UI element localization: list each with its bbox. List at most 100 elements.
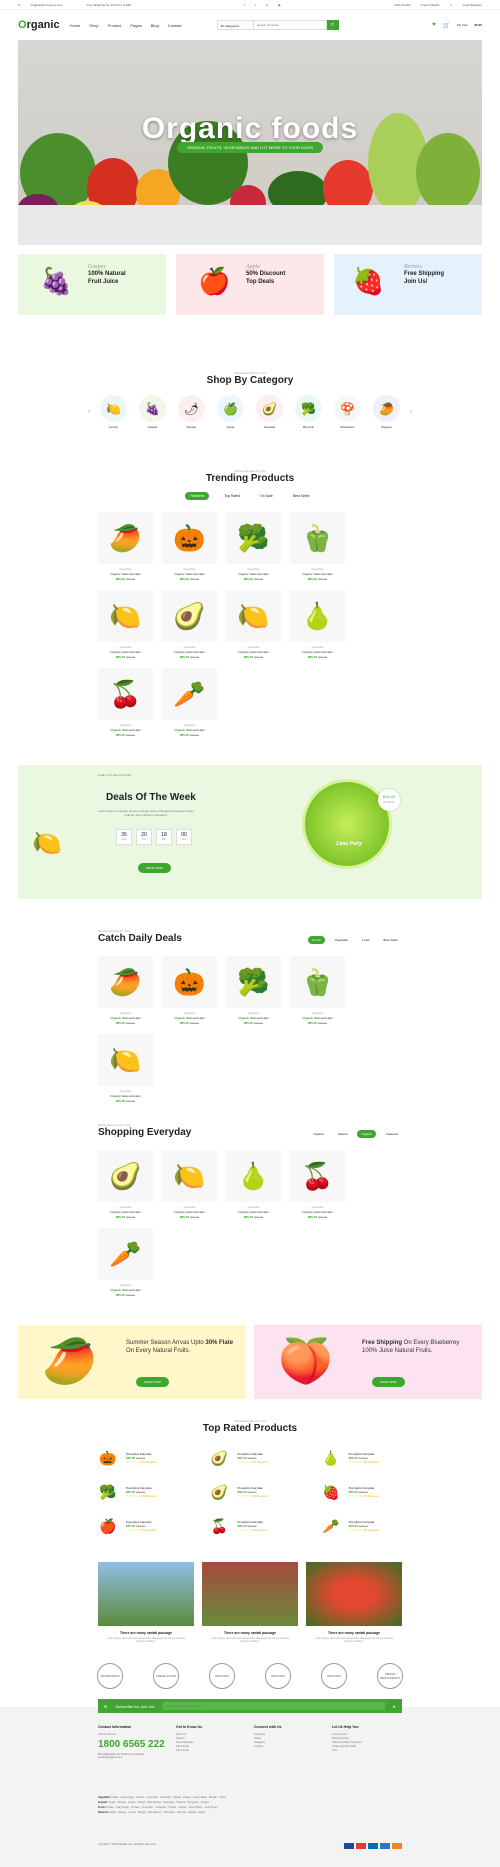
wishlist-icon[interactable]: ♥ — [432, 22, 436, 28]
banner-summer[interactable]: 🥭 Summer Season Arrvas Upto 30% Flate On… — [18, 1325, 246, 1399]
footer-link[interactable]: Youtube — [254, 1745, 324, 1749]
product-image[interactable]: 🥑 — [162, 590, 217, 642]
product-image[interactable]: 🥭 — [98, 512, 153, 564]
blog-title[interactable]: There are many variati passage — [202, 1631, 298, 1635]
cart-icon[interactable]: 🛒 — [443, 22, 450, 29]
cart-label[interactable]: My Cart — [457, 23, 468, 27]
product-name[interactable]: Organic Hass Avocado — [162, 728, 217, 732]
tab-vegetable[interactable]: Vegetable — [331, 936, 352, 944]
top-rated-item[interactable]: 🥑 Pumpkins Fairytale $85.00 $95.00 ☆☆☆☆☆ (2… — [209, 1448, 290, 1468]
product-image[interactable]: 🎃 — [162, 956, 217, 1008]
category-mushroom[interactable]: 🍄 Mushroom — [332, 395, 363, 429]
tab-organic-active[interactable]: Organic — [357, 1130, 376, 1138]
shop-now-button[interactable]: SHOP NOW — [372, 1377, 405, 1387]
category-papaya[interactable]: 🥭 Papaya — [371, 395, 402, 429]
product-image[interactable]: 🍐 — [290, 590, 345, 642]
top-rated-item[interactable]: 🍒 Pumpkins Fairytale $85.00 $95.00 ☆☆☆☆☆ (2… — [209, 1516, 290, 1536]
brand-logo[interactable]: FRESH FOOD — [153, 1663, 179, 1689]
top-rated-item[interactable]: 🍓 Pumpkins Fairytale $85.00 $95.00 ☆☆☆☆☆ (2… — [321, 1482, 402, 1502]
product-card[interactable]: 🍐 Vegetables Organic Hass Avocado $85.00 $9… — [290, 590, 345, 659]
brand-logo[interactable]: ORGANIC — [265, 1663, 291, 1689]
product-image[interactable]: 🥭 — [98, 956, 153, 1008]
product-name[interactable]: Organic Hass Avocado — [98, 650, 153, 654]
tab-best-seller[interactable]: Best Seller — [379, 936, 402, 944]
product-image[interactable]: 🍋 — [162, 1150, 217, 1202]
promo-grapes[interactable]: 🍇 Grapes 100% Natural Fruit Juice — [18, 254, 166, 315]
tab-top-rated[interactable]: Top Rated — [219, 492, 245, 500]
category-select[interactable]: All Categories — [216, 20, 254, 30]
product-card[interactable]: 🥭 Vegetables Organic Hass Avocado $85.00 $9… — [98, 956, 153, 1025]
footer-link[interactable]: Gift a Smile — [176, 1749, 246, 1753]
product-image[interactable]: 🥕 — [98, 1228, 153, 1280]
product-card[interactable]: 🍋 Vegetables Organic Hass Avocado $85.00 $9… — [162, 1150, 217, 1219]
product-image[interactable]: 🥦 — [226, 956, 281, 1008]
product-image[interactable]: 🍋 — [226, 590, 281, 642]
top-rated-item[interactable]: 🍐 Pumpkins Fairytale $85.00 $95.00 ☆☆☆☆☆ (2… — [321, 1448, 402, 1468]
tab-featured[interactable]: Featured — [382, 1130, 402, 1138]
banner-shipping[interactable]: 🍑 Free Shipping On Every Blueberrey 100%… — [254, 1325, 482, 1399]
product-image[interactable]: 🥦 — [226, 512, 281, 564]
product-card[interactable]: 🍋 Vegetables Organic Hass Avocado $85.00 $9… — [226, 590, 281, 659]
logo[interactable]: Organic — [18, 19, 60, 31]
category-pepper[interactable]: 🌶 Pepper — [176, 395, 207, 429]
twitter-icon[interactable]: t — [255, 3, 256, 7]
topbar-email[interactable]: Organic@company.com — [31, 3, 63, 7]
product-image[interactable]: 🥕 — [162, 668, 217, 720]
phone-number[interactable]: 1800 6565 222 — [98, 1739, 168, 1750]
product-image[interactable]: 🫑 — [290, 512, 345, 564]
product-name[interactable]: Organic Hass Avocado — [290, 650, 345, 654]
tab-fruits[interactable]: Fruits — [358, 936, 374, 944]
currency-select[interactable]: USD (Dollar) — [394, 3, 411, 7]
nav-contact[interactable]: Contact — [168, 23, 182, 28]
send-icon[interactable]: ➤ — [393, 1704, 396, 1709]
nav-product[interactable]: Product — [108, 23, 122, 28]
product-card[interactable]: 🍒 Vegetables Organic Hass Avocado $85.00 $9… — [290, 1150, 345, 1219]
product-card[interactable]: 🍋 Vegetables Organic Hass Avocado $85.00 $9… — [98, 1034, 153, 1103]
tab-top-20[interactable]: Top 20 — [307, 936, 325, 944]
product-name[interactable]: Organic Hass Avocado — [98, 1210, 153, 1214]
login-link[interactable]: Login/Register — [463, 3, 482, 7]
product-image[interactable]: 🍋 — [98, 1034, 153, 1086]
top-rated-item[interactable]: 🥕 Pumpkins Fairytale $85.00 $95.00 ☆☆☆☆☆ (2… — [321, 1516, 402, 1536]
product-name[interactable]: Organic Hass Avocado — [162, 1210, 217, 1214]
brand-logo[interactable]: VEGETARIAN — [97, 1663, 123, 1689]
product-name[interactable]: Organic Hass Avocado — [290, 572, 345, 576]
promo-berries[interactable]: 🍓 Berries Free Shipping Join Us! — [334, 254, 482, 315]
shop-now-button[interactable]: SHOP NOW — [138, 863, 171, 873]
blog-card[interactable]: There are many variati passage Lorem ips… — [98, 1562, 194, 1643]
category-broccoli[interactable]: 🥦 Broccoli — [293, 395, 324, 429]
category-lemon[interactable]: 🍋 Lemon — [98, 395, 129, 429]
product-name[interactable]: Organic Hass Avocado — [226, 572, 281, 576]
product-name[interactable]: Organic Hass Avocado — [226, 1210, 281, 1214]
product-card[interactable]: 🥕 Vegetables Organic Hass Avocado $85.00 $9… — [162, 668, 217, 737]
product-image[interactable]: 🍒 — [290, 1150, 345, 1202]
promo-apple[interactable]: 🍎 Apple 50% Discount Top Deals — [176, 254, 324, 315]
category-apple[interactable]: 🍏 Apple — [215, 395, 246, 429]
tab-organic[interactable]: Organic — [309, 1130, 328, 1138]
product-card[interactable]: 🥦 Vegetables Organic Hass Avocado $85.00 $9… — [226, 956, 281, 1025]
instagram-icon[interactable]: ◎ — [266, 3, 269, 7]
product-name[interactable]: Organic Hass Avocado — [98, 572, 153, 576]
product-card[interactable]: 🎃 Vegetables Organic Hass Avocado $85.00 $9… — [162, 512, 217, 581]
product-card[interactable]: 🫑 Vegetables Organic Hass Avocado $85.00 $9… — [290, 956, 345, 1025]
nav-home[interactable]: Home — [70, 23, 81, 28]
blog-title[interactable]: There are many variati passage — [306, 1631, 402, 1635]
nav-blog[interactable]: Blog — [151, 23, 159, 28]
product-name[interactable]: Organic Hass Avocado — [226, 650, 281, 654]
product-name[interactable]: Organic Hass Avocado — [98, 1288, 153, 1292]
footer-link[interactable]: Help — [332, 1749, 402, 1753]
brand-logo[interactable]: ORGANIC — [209, 1663, 235, 1689]
top-rated-item[interactable]: 🥑 Pumpkins Fairytale $85.00 $95.00 ☆☆☆☆☆ (2… — [209, 1482, 290, 1502]
product-image[interactable]: 🫑 — [290, 956, 345, 1008]
product-name[interactable]: Organic Hass Avocado — [162, 1016, 217, 1020]
nav-shop[interactable]: Shop — [89, 23, 98, 28]
product-card[interactable]: 🥑 Vegetables Organic Hass Avocado $85.00 $9… — [98, 1150, 153, 1219]
search-input[interactable] — [253, 20, 327, 30]
category-avocado[interactable]: 🥑 Avocado — [254, 395, 285, 429]
product-name[interactable]: Organic Hass Avocado — [98, 1094, 153, 1098]
product-card[interactable]: 🫑 Vegetables Organic Hass Avocado $85.00 $9… — [290, 512, 345, 581]
blog-card[interactable]: There are many variati passage Lorem ips… — [202, 1562, 298, 1643]
shop-now-button[interactable]: SHOP NOW — [136, 1377, 169, 1387]
subscribe-input[interactable] — [162, 1702, 385, 1710]
top-rated-item[interactable]: 🥦 Pumpkins Fairytale $85.00 $95.00 ☆☆☆☆☆ (2… — [98, 1482, 179, 1502]
